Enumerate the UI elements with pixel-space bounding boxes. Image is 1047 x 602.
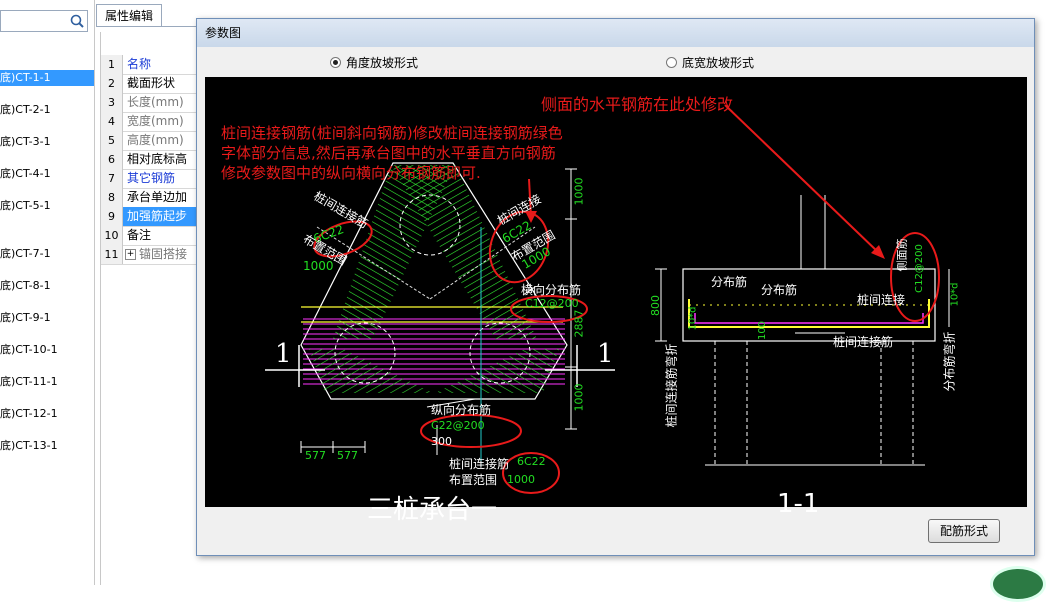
dialog-title: 参数图 [197, 19, 1034, 47]
section-label-side-rebar: 侧面筋 [895, 238, 909, 272]
dim-577-a: 577 [305, 449, 326, 462]
annotation-line-2: 字体部分信息,然后再承台图中的水平垂直方向钢筋 [221, 144, 556, 162]
dim-1000-bottom: 1000 [572, 383, 586, 412]
annotation-line-1: 桩间连接钢筋(桩间斜向钢筋)修改桩间连接钢筋绿色 [221, 124, 563, 142]
section-value-side-rebar: C12@200 [913, 244, 925, 293]
property-row[interactable]: 2 截面形状 [101, 74, 201, 94]
app-logo [990, 566, 1046, 602]
section-label-dist-b: 分布筋 [761, 283, 798, 297]
property-row-number: 8 [101, 188, 123, 207]
section-pile-link-rebar [694, 313, 924, 324]
value-pile-link-bottom: 6C22 [517, 455, 546, 468]
property-row[interactable]: 1 名称 [101, 55, 201, 75]
label-horizontal-dist-rebar: 横向分布筋 [521, 283, 582, 297]
tree-search-input[interactable] [0, 10, 88, 32]
label-pile-link-bottom: 桩间连接筋 [449, 457, 510, 471]
tree-item[interactable]: 底)CT-7-1 [0, 246, 94, 262]
component-tree-panel: 底)CT-1-1 底)CT-2-1 底)CT-3-1 底)CT-4-1 底)CT-5-1… [0, 0, 95, 585]
property-row[interactable]: 4 宽度(mm) [101, 112, 201, 132]
annotation-line-3: 修改参数图中的纵向横向分布钢筋即可. [221, 164, 481, 182]
property-row-number: 4 [101, 112, 123, 131]
property-row-label: 高度(mm) [127, 133, 184, 147]
section-label-pile-link: 桩间连接 [857, 293, 906, 307]
property-row-label: 承台单边加 [127, 190, 188, 204]
property-row-number: 7 [101, 169, 123, 188]
property-row[interactable]: 7 其它钢筋 [101, 169, 201, 189]
search-icon[interactable] [69, 13, 85, 29]
property-row[interactable]: 6 相对底标高 [101, 150, 201, 170]
section-mark-left: 1 [275, 339, 292, 369]
property-row-number: 5 [101, 131, 123, 150]
section-vlabel-pile-link-bend: 桩间连接筋弯折 [664, 343, 679, 428]
property-row-number: 10 [101, 226, 123, 245]
tab-underline [96, 26, 206, 27]
property-row-label: 截面形状 [127, 76, 176, 90]
radio-bottom-width-slope-label[interactable]: 底宽放坡形式 [682, 54, 754, 71]
property-row-label: 相对底标高 [127, 152, 188, 166]
dim-2887: 2887 [572, 309, 586, 338]
property-row-label: 锚固搭接 [139, 247, 188, 261]
plan-title: 三桩承台一 [367, 495, 498, 525]
section-vlabel-dist-bend: 分布筋弯折 [942, 331, 957, 392]
property-row-number: 3 [101, 93, 123, 112]
tree-item[interactable]: 底)CT-9-1 [0, 310, 94, 326]
tree-item[interactable]: 底)CT-10-1 [0, 342, 94, 358]
annotation-side-rebar: 侧面的水平钢筋在此处修改 [541, 95, 734, 114]
tree-item[interactable]: 底)CT-4-1 [0, 166, 94, 182]
section-mark-right: 1 [597, 339, 614, 369]
section-dim-10d-left: 10*d [687, 306, 699, 331]
property-row-label: 名称 [127, 57, 152, 71]
value-vertical-dist-rebar: C22@200 [431, 419, 485, 432]
property-row[interactable]: 3 长度(mm) [101, 93, 201, 113]
tree-item[interactable]: 底)CT-12-1 [0, 406, 94, 422]
tree-item[interactable]: 底)CT-11-1 [0, 374, 94, 390]
label-layout-range-bottom: 布置范围 [449, 473, 498, 487]
section-dim-10d-right: 10*d [949, 282, 961, 307]
dim-1000-top: 1000 [572, 177, 586, 206]
property-row-number: 11 [101, 245, 123, 264]
section-title: 1-1 [777, 489, 820, 519]
section-label-dist-a: 分布筋 [711, 275, 748, 289]
expand-icon[interactable]: + [125, 249, 136, 260]
section-label-pile-link-bottom: 桩间连接筋 [833, 335, 894, 349]
property-row[interactable]: 8 承台单边加 [101, 188, 201, 208]
property-row-label: 其它钢筋 [127, 171, 176, 185]
rebar-form-button[interactable]: 配筋形式 [928, 519, 1000, 543]
value-range-left: 1000 [303, 259, 334, 273]
tree-item[interactable]: 底)CT-2-1 [0, 102, 94, 118]
tree-item[interactable]: 底)CT-1-1 [0, 70, 94, 86]
property-row[interactable]: 11 + 锚固搭接 [101, 245, 201, 265]
property-row-label: 长度(mm) [127, 95, 184, 109]
parameter-diagram-canvas: 侧面的水平钢筋在此处修改 桩间连接钢筋(桩间斜向钢筋)修改桩间连接钢筋绿色 字体… [205, 77, 1027, 525]
radio-angle-slope-label[interactable]: 角度放坡形式 [346, 54, 418, 71]
property-row[interactable]: 9 加强筋起步 [101, 207, 201, 227]
tab-property-edit[interactable]: 属性编辑 [96, 4, 162, 27]
value-300: 300 [431, 435, 452, 448]
property-row-number: 2 [101, 74, 123, 93]
section-dim-100: 100 [757, 320, 769, 341]
radio-angle-slope[interactable] [330, 57, 341, 68]
annotation-pile-link-instructions: 桩间连接钢筋(桩间斜向钢筋)修改桩间连接钢筋绿色 字体部分信息,然后再承台图中的… [221, 123, 563, 183]
property-row-label: 加强筋起步 [123, 207, 201, 226]
radio-bottom-width-slope[interactable] [666, 57, 677, 68]
property-row-label: 宽度(mm) [127, 114, 184, 128]
slope-mode-radio-group: 角度放坡形式 底宽放坡形式 [205, 49, 1027, 75]
value-horizontal-dist-rebar: C12@200 [525, 297, 579, 310]
value-range-bottom: 1000 [507, 473, 535, 486]
parameter-diagram-dialog: 参数图 角度放坡形式 底宽放坡形式 侧面的水平钢筋在此处修改 桩间连接钢筋(桩间… [196, 18, 1035, 556]
tree-item[interactable]: 底)CT-5-1 [0, 198, 94, 214]
property-row-label: 备注 [127, 228, 152, 242]
tree-item[interactable]: 底)CT-13-1 [0, 438, 94, 454]
label-vertical-dist-rebar: 纵向分布筋 [431, 403, 492, 417]
property-row-number: 1 [101, 55, 123, 74]
section-dim-800: 800 [649, 295, 662, 316]
property-row-number: 6 [101, 150, 123, 169]
tree-item[interactable]: 底)CT-8-1 [0, 278, 94, 294]
property-row[interactable]: 10 备注 [101, 226, 201, 246]
dim-577-b: 577 [337, 449, 358, 462]
arrow-side-rebar [724, 104, 880, 254]
property-row-number: 9 [101, 207, 123, 226]
tree-item[interactable]: 底)CT-3-1 [0, 134, 94, 150]
property-row[interactable]: 5 高度(mm) [101, 131, 201, 151]
